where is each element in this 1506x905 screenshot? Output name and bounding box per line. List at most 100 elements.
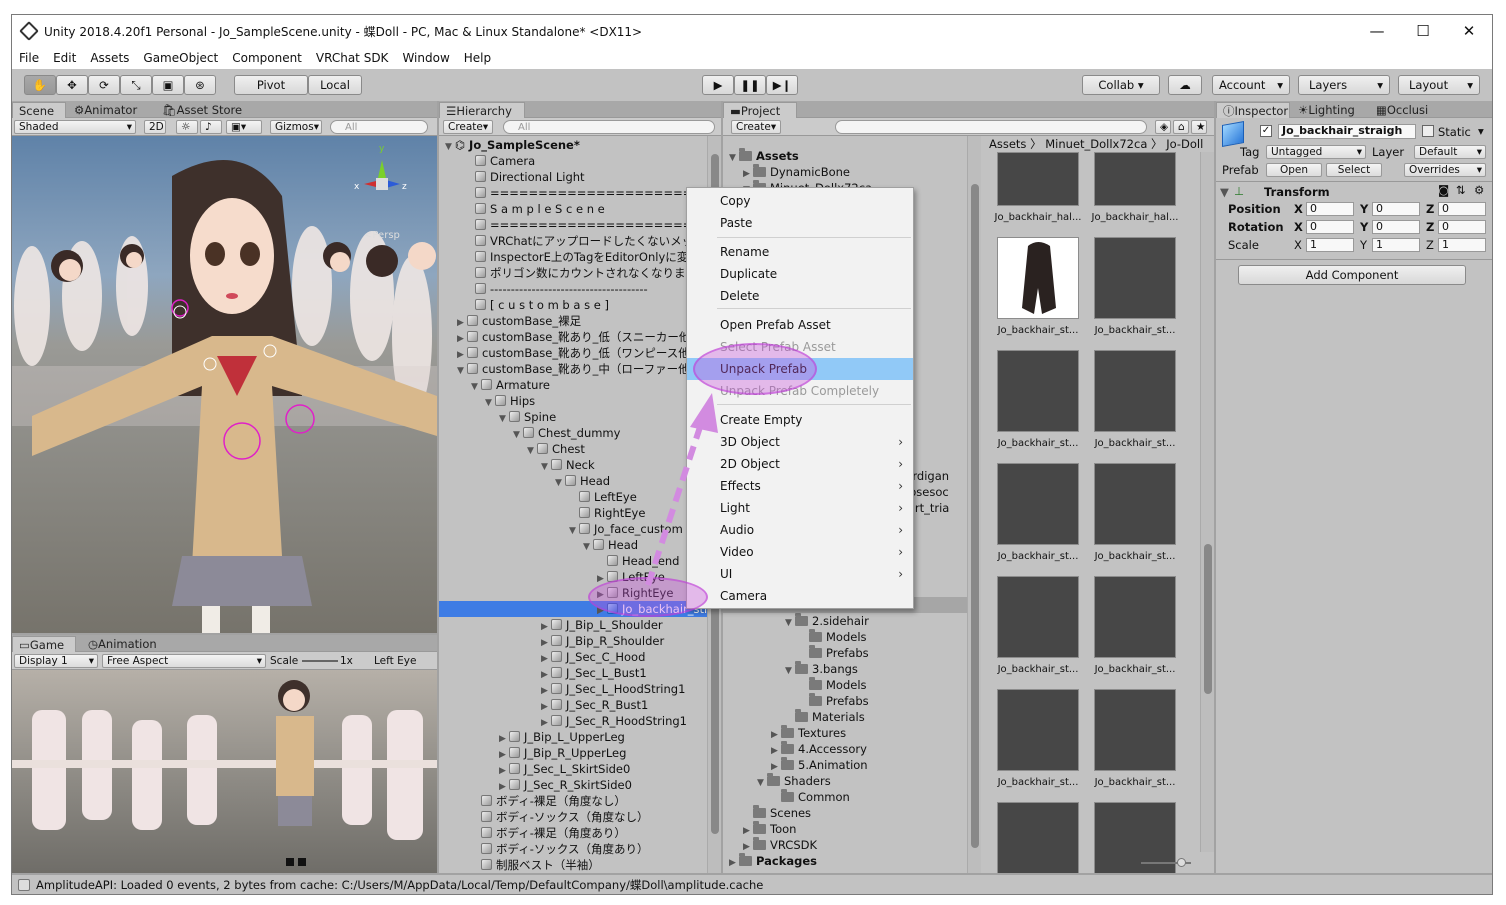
asset-thumbnail-label[interactable]: Jo_backhair_hal... xyxy=(990,212,1086,223)
rot-x-field[interactable]: 0 xyxy=(1306,220,1354,234)
project-tree-scrollbar[interactable] xyxy=(967,136,981,873)
scl-x-field[interactable]: 1 xyxy=(1306,238,1354,252)
asset-thumbnail-label[interactable]: Jo_backhair_st... xyxy=(1087,777,1183,788)
row-chest-dummy[interactable]: ▼ Chest_dummy xyxy=(513,425,620,441)
menu-vrchat-sdk[interactable]: VRChat SDK xyxy=(309,51,396,65)
row-custombase-barefoot[interactable]: ▶ customBase_裸足 xyxy=(457,313,581,329)
hierarchy-search-input[interactable]: All xyxy=(503,120,715,134)
tab-scene[interactable]: Scene xyxy=(12,102,66,118)
console-info-icon[interactable] xyxy=(18,879,30,891)
effects-toggle-icon[interactable]: ▣▾ xyxy=(226,120,262,134)
row-body-socks-angle[interactable]: ボディ-ソックス（角度あり） xyxy=(471,841,649,857)
tree-folder-prefabs[interactable]: Prefabs xyxy=(799,645,869,661)
active-checkbox[interactable]: ✓ xyxy=(1260,125,1272,137)
asset-thumbnail[interactable] xyxy=(997,152,1079,206)
scene-root[interactable]: ▼ ⌬ Jo_SampleScene* xyxy=(445,137,580,153)
row-body-barefoot-flat[interactable]: ボディ-裸足（角度なし） xyxy=(471,793,626,809)
asset-thumbnail[interactable] xyxy=(1094,576,1176,658)
tab-game[interactable]: ▭ Game xyxy=(12,636,76,652)
aspect-dropdown[interactable]: Free Aspect ▾ xyxy=(102,654,266,668)
breadcrumb-minuet[interactable]: Minuet_Dollx72ca xyxy=(1045,137,1147,151)
pivot-toggle[interactable]: Pivot xyxy=(234,75,308,95)
static-dropdown-icon[interactable]: ▾ xyxy=(1478,124,1484,138)
tab-animation[interactable]: ◷ Animation xyxy=(82,636,163,652)
persp-label[interactable]: <Persp xyxy=(364,230,400,241)
asset-thumbnail[interactable] xyxy=(997,350,1079,432)
filter-type-icon[interactable]: ◈ xyxy=(1155,120,1171,134)
help-icon[interactable]: ◙ xyxy=(1438,183,1449,197)
menu-open-prefab-asset[interactable]: Open Prefab Asset xyxy=(687,314,913,336)
asset-thumbnail[interactable] xyxy=(997,802,1079,873)
row-separator-1[interactable]: ============================ xyxy=(465,185,721,201)
rot-y-field[interactable]: 0 xyxy=(1372,220,1420,234)
tab-animator[interactable]: ⚙ Animator xyxy=(68,102,143,118)
asset-thumbnail-label[interactable]: Jo_backhair_st... xyxy=(1087,438,1183,449)
rotate-tool-icon[interactable]: ⟳ xyxy=(88,75,120,95)
icon-size-knob[interactable] xyxy=(1177,858,1186,867)
row-body-socks-flat[interactable]: ボディ-ソックス（角度なし） xyxy=(471,809,649,825)
menu-gameobject[interactable]: GameObject xyxy=(136,51,225,65)
row-j-sec-l-skirtside0[interactable]: ▶ J_Sec_L_SkirtSide0 xyxy=(499,761,630,777)
pos-z-field[interactable]: 0 xyxy=(1438,202,1486,216)
menu-copy[interactable]: Copy xyxy=(687,190,913,212)
row-j-bip-r-shoulder[interactable]: ▶ J_Bip_R_Shoulder xyxy=(541,633,664,649)
scene-search-input[interactable]: All xyxy=(330,120,428,134)
play-button[interactable]: ▶ xyxy=(702,75,734,95)
project-create-button[interactable]: Create ▾ xyxy=(731,120,781,134)
project-grid-scrollbar[interactable] xyxy=(1200,152,1214,852)
asset-thumbnail-label[interactable]: Jo_backhair_st... xyxy=(990,777,1086,788)
add-component-button[interactable]: Add Component xyxy=(1238,265,1466,285)
row-hips[interactable]: ▼ Hips xyxy=(485,393,535,409)
asset-thumbnail-label[interactable]: Jo_backhair_st... xyxy=(1087,325,1183,336)
display-dropdown[interactable]: Display 1 ▾ xyxy=(14,654,98,668)
audio-toggle-icon[interactable]: ♪ xyxy=(200,120,222,134)
menu-paste[interactable]: Paste xyxy=(687,212,913,234)
row-camera[interactable]: Camera xyxy=(465,153,535,169)
move-tool-icon[interactable]: ✥ xyxy=(56,75,88,95)
tree-folder-models[interactable]: Models xyxy=(799,629,867,645)
row-directional-light[interactable]: Directional Light xyxy=(465,169,585,185)
row-custombase-onepiece[interactable]: ▶ customBase_靴あり_低（ワンピース他 xyxy=(457,345,690,361)
asset-thumbnail[interactable] xyxy=(1094,152,1176,206)
tree-folder-common[interactable]: Common xyxy=(771,789,850,805)
row-j-bip-l-shoulder[interactable]: ▶ J_Bip_L_Shoulder xyxy=(541,617,663,633)
static-checkbox[interactable] xyxy=(1422,125,1434,137)
rot-z-field[interactable]: 0 xyxy=(1438,220,1486,234)
row-j-sec-r-bust1[interactable]: ▶ J_Sec_R_Bust1 xyxy=(541,697,648,713)
asset-thumbnail-label[interactable]: Jo_backhair_st... xyxy=(1087,664,1183,675)
tab-occlusion[interactable]: ▦ Occlusi xyxy=(1370,102,1434,118)
menu-edit[interactable]: Edit xyxy=(46,51,83,65)
asset-thumbnail[interactable] xyxy=(1094,350,1176,432)
pos-y-field[interactable]: 0 xyxy=(1372,202,1420,216)
row-head[interactable]: ▼ Head xyxy=(555,473,610,489)
tree-folder-packages[interactable]: ▶ Packages xyxy=(729,853,817,869)
scale-tool-icon[interactable]: ⤡ xyxy=(120,75,152,95)
status-text[interactable]: AmplitudeAPI: Loaded 0 events, 2 bytes f… xyxy=(36,877,763,893)
menu-delete[interactable]: Delete xyxy=(687,285,913,307)
menu-component[interactable]: Component xyxy=(225,51,309,65)
row-j-sec-r-skirtside0[interactable]: ▶ J_Sec_R_SkirtSide0 xyxy=(499,777,632,793)
rect-tool-icon[interactable]: ▣ xyxy=(152,75,184,95)
cloud-icon[interactable]: ☁ xyxy=(1168,75,1202,95)
row-vest[interactable]: 制服ベスト（半袖） xyxy=(471,857,600,873)
shading-dropdown[interactable]: Shaded ▾ xyxy=(14,120,136,134)
tree-folder-toon[interactable]: ▶ Toon xyxy=(743,821,796,837)
transform-tool-icon[interactable]: ⊛ xyxy=(184,75,216,95)
hierarchy-create-button[interactable]: Create ▾ xyxy=(443,120,493,134)
row-custombase-loafer[interactable]: ▼ customBase_靴あり_中（ローファー他 xyxy=(457,361,690,377)
prefab-open-button[interactable]: Open xyxy=(1266,163,1322,177)
maximize-button[interactable]: ☐ xyxy=(1400,15,1446,47)
favorite-icon[interactable]: ★ xyxy=(1191,120,1207,134)
row-j-bip-l-upperleg[interactable]: ▶ J_Bip_L_UpperLeg xyxy=(499,729,625,745)
row-j-bip-r-upperleg[interactable]: ▶ J_Bip_R_UpperLeg xyxy=(499,745,626,761)
row-j-sec-r-hoodstring1[interactable]: ▶ J_Sec_R_HoodString1 xyxy=(541,713,687,729)
pos-x-field[interactable]: 0 xyxy=(1306,202,1354,216)
row-note-1[interactable]: VRChatにアップロードしたくないメッシュは xyxy=(465,233,721,249)
tree-folder-shaders[interactable]: ▼ Shaders xyxy=(757,773,831,789)
minimize-button[interactable]: — xyxy=(1354,15,1400,47)
breadcrumb-jodoll[interactable]: Jo-Doll xyxy=(1166,137,1203,151)
asset-thumbnail[interactable] xyxy=(997,463,1079,545)
tree-folder-3-bangs[interactable]: ▼ 3.bangs xyxy=(785,661,858,677)
row-sample-scene[interactable]: S a m p l e S c e n e xyxy=(465,201,605,217)
preset-icon[interactable]: ⇅ xyxy=(1456,183,1466,197)
